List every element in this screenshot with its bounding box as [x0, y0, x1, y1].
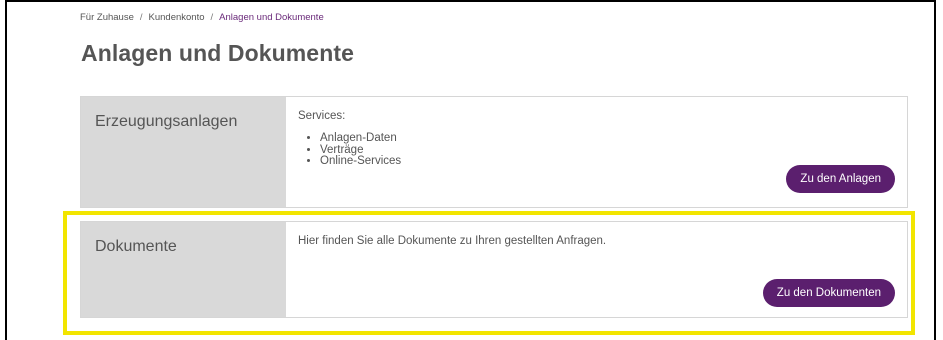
card-content: Hier finden Sie alle Dokumente zu Ihren … [286, 222, 907, 317]
service-item-anlagen-daten: Anlagen-Daten [320, 132, 895, 145]
window-frame-top [5, 0, 936, 2]
window-frame-left [5, 0, 7, 340]
card-dokumente: Dokumente Hier finden Sie alle Dokumente… [80, 221, 908, 318]
service-item-vertraege: Verträge [320, 144, 895, 157]
services-label: Services: [298, 110, 346, 122]
card-title: Dokumente [81, 222, 286, 317]
breadcrumb-item-home[interactable]: Für Zuhause [80, 12, 134, 23]
card-title: Erzeugungsanlagen [81, 97, 286, 207]
breadcrumb: Für Zuhause / Kundenkonto / Anlagen und … [80, 12, 324, 23]
card-erzeugungsanlagen: Erzeugungsanlagen Services: Anlagen-Date… [80, 96, 908, 208]
breadcrumb-separator: / [210, 12, 214, 23]
window-frame-right [934, 0, 936, 340]
card-content: Services: Anlagen-Daten Verträge Online-… [286, 97, 907, 207]
breadcrumb-separator: / [139, 12, 143, 23]
card-description: Hier finden Sie alle Dokumente zu Ihren … [298, 235, 607, 247]
breadcrumb-item-current: Anlagen und Dokumente [219, 12, 324, 23]
page-title: Anlagen und Dokumente [81, 40, 355, 66]
zu-den-anlagen-button[interactable]: Zu den Anlagen [786, 165, 895, 193]
zu-den-dokumenten-button[interactable]: Zu den Dokumenten [762, 279, 895, 307]
breadcrumb-item-account[interactable]: Kundenkonto [149, 12, 205, 23]
services-list: Anlagen-Daten Verträge Online-Services [298, 132, 895, 168]
